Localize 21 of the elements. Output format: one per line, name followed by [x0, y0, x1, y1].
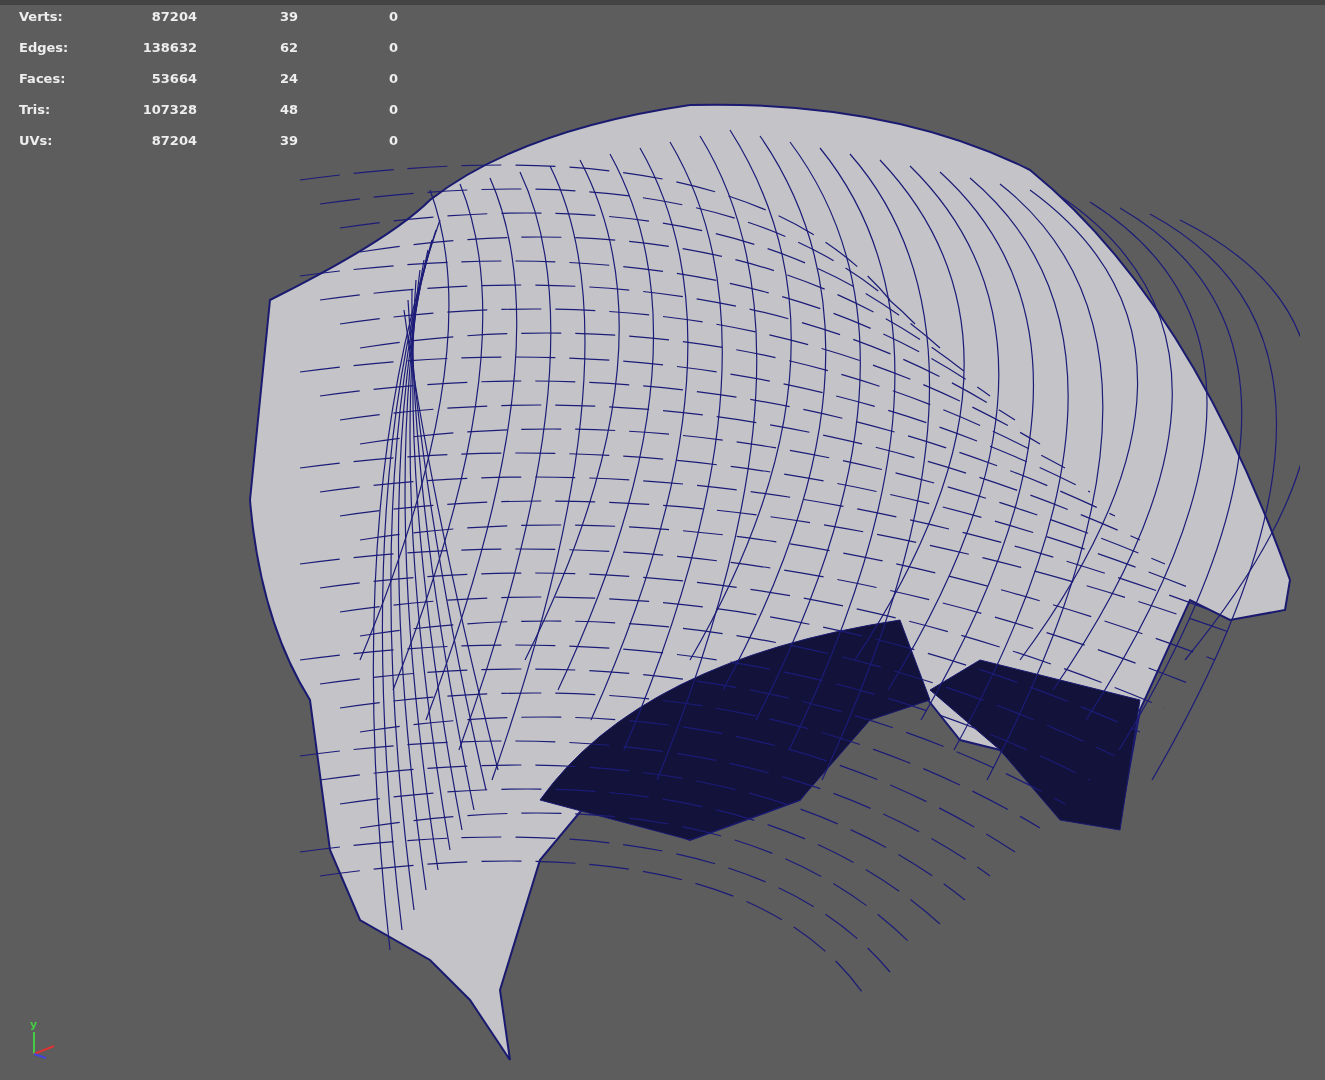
stat-value: 53664 [150, 70, 197, 88]
stat-value: 62 [278, 39, 298, 57]
stat-label: Faces: [19, 70, 67, 88]
stat-value: 107328 [141, 101, 197, 119]
stat-label: UVs: [19, 132, 54, 150]
stat-value: 87204 [150, 132, 197, 150]
stat-value: 0 [387, 70, 398, 88]
stat-value: 138632 [141, 39, 197, 57]
stat-value: 0 [387, 8, 398, 26]
stat-value: 48 [278, 101, 298, 119]
stat-value: 24 [278, 70, 298, 88]
stat-value: 0 [387, 132, 398, 150]
stat-label: Edges: [19, 39, 70, 57]
stat-value: 39 [278, 132, 298, 150]
axis-label: y [30, 1018, 38, 1031]
stat-label: Tris: [19, 101, 52, 119]
stat-value: 87204 [150, 8, 197, 26]
stat-value: 0 [387, 39, 398, 57]
stat-label: Verts: [19, 8, 64, 26]
stat-value: 39 [278, 8, 298, 26]
stat-value: 0 [387, 101, 398, 119]
